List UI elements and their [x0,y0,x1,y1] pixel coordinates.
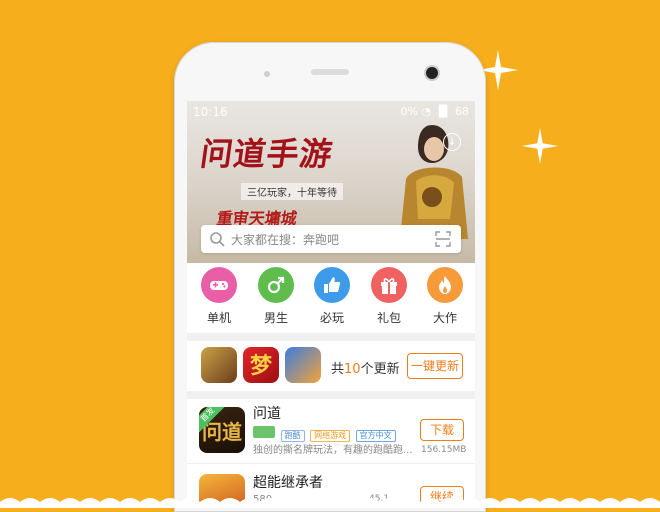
download-button[interactable]: 下载 [420,419,464,441]
earpiece [311,69,349,75]
app-size: 156.15MB [421,445,467,455]
flame-icon [439,276,451,294]
status-indicators: 0% ◔ ▐▌ 68 [400,105,469,118]
sparkle-icon [522,128,558,164]
category-item-libao[interactable]: 礼包 [361,267,417,326]
update-app-icon [201,347,237,383]
update-all-button[interactable]: 一键更新 [407,353,463,379]
gift-icon [381,278,397,294]
category-label: 礼包 [376,311,401,325]
search-icon [210,232,225,247]
app-description: 独创的撕名牌玩法，有趣的跑酷跑... [253,445,413,456]
updates-count-text: 共10个更新 [331,362,400,377]
male-icon [267,276,285,294]
promo-banner[interactable]: 问道手游 三亿玩家，十年等待 重审天墉城 ↓ 大家都在搜：奔跑吧 [187,101,475,263]
update-app-icon: 梦 [243,347,279,383]
svg-text:梦: 梦 [250,353,273,379]
app-tags: 跑酷 网络游戏 官方中文 [253,426,399,442]
category-label: 单机 [206,311,231,325]
search-bar[interactable]: 大家都在搜：奔跑吧 [201,225,461,253]
banner-title: 问道手游 [198,135,336,173]
app-name: 超能继承者 [253,475,323,491]
thumbs-up-icon [324,277,341,293]
updates-row: 梦 共10个更新 一键更新 [187,339,475,389]
front-camera [426,67,438,79]
category-item-danji[interactable]: 单机 [191,267,247,326]
scan-icon[interactable] [435,231,451,247]
phone-screen: 问道手游 三亿玩家，十年等待 重审天墉城 ↓ 大家都在搜：奔跑吧 10:16 0… [187,101,475,506]
status-bar: 10:16 0% ◔ ▐▌ 68 [187,101,475,123]
app-list-item[interactable]: 问道 首发 问道 跑酷 网络游戏 官方中文 独创的撕名牌玩法，有趣的跑酷跑...… [187,399,475,461]
category-item-dazuo[interactable]: 大作 [417,267,473,326]
category-label: 必玩 [319,311,344,325]
search-placeholder: 大家都在搜：奔跑吧 [231,233,340,247]
app-icon: 问道 首发 [199,407,245,453]
app-name: 问道 [253,406,281,422]
gamepad-icon [210,281,228,290]
svg-text:问道: 问道 [202,420,242,444]
category-label: 大作 [432,311,457,325]
category-item-nansheng[interactable]: 男生 [248,267,304,326]
banner-slogan: 三亿玩家，十年等待 [241,183,343,200]
category-label: 男生 [263,311,288,325]
proximity-sensor [264,71,270,77]
category-item-biwan[interactable]: 必玩 [304,267,360,326]
download-circle-icon[interactable]: ↓ [443,133,461,151]
status-time: 10:16 [193,105,228,119]
category-row: 单机 男生 必玩 礼包 大作 [187,267,475,331]
update-app-icon [285,347,321,383]
section-divider [187,391,475,399]
app-tag [253,426,275,438]
